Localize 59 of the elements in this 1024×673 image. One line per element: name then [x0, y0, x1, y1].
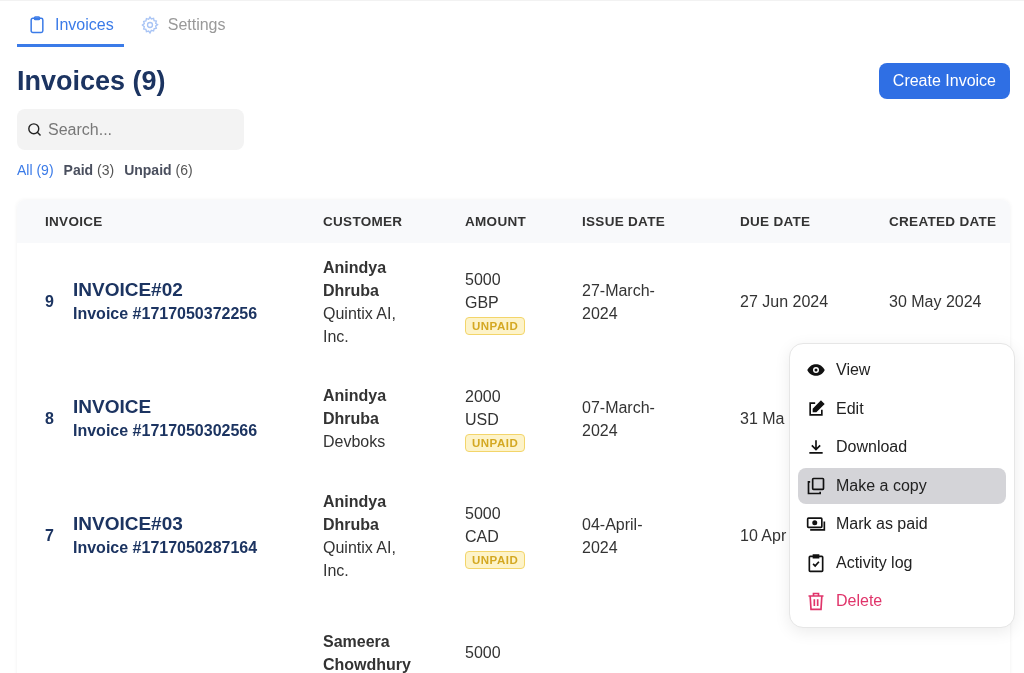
amount: 5000 CAD: [465, 504, 502, 547]
gear-icon: [139, 15, 160, 35]
amount: 2000 USD: [465, 387, 502, 430]
page-title: Invoices (9): [17, 65, 166, 97]
menu-item[interactable]: View: [798, 352, 1006, 388]
customer-name: Anindya Dhruba: [323, 257, 388, 301]
issue-date: 04-April-2024: [582, 514, 644, 558]
filter-link[interactable]: Paid (3): [63, 162, 115, 178]
column-header: AMOUNT: [465, 214, 528, 229]
clipboard-icon: [27, 15, 47, 35]
issue-date: 07-March-2024: [582, 397, 656, 441]
company-name: Quintix AI, Inc.: [323, 537, 397, 581]
tab[interactable]: Invoices: [17, 11, 124, 47]
search-field[interactable]: Search...: [17, 109, 244, 150]
issue-date: 27-March-2024: [582, 280, 656, 324]
invoice-title[interactable]: INVOICE#02: [73, 278, 323, 302]
due-date: 27 Jun 2024: [740, 292, 829, 312]
column-header: INVOICE: [45, 214, 104, 229]
download-icon: [806, 437, 826, 457]
create-invoice-button[interactable]: Create Invoice: [878, 63, 1010, 99]
customer-name: Anindya Dhruba: [323, 491, 388, 535]
status-badge: UNPAID: [465, 434, 526, 452]
company-name: Quintix AI, Inc.: [323, 303, 397, 347]
column-header: DUE DATE: [740, 214, 812, 229]
amount: 5000 GBP: [465, 270, 502, 313]
row-number: 9: [45, 292, 55, 312]
customer-name: Anindya Dhruba: [323, 386, 388, 429]
company-name: Devboks: [323, 432, 387, 452]
banknote-icon: [806, 514, 826, 534]
trash-icon: [806, 591, 826, 611]
copy-icon: [806, 475, 826, 496]
menu-item[interactable]: Activity log: [798, 544, 1006, 581]
invoice-number: Invoice #1717050287164: [73, 538, 259, 558]
menu-item[interactable]: Download: [798, 429, 1006, 465]
row-number: 7: [45, 526, 55, 546]
created-date: 30 May 2024: [889, 292, 982, 312]
clipboard-check-icon: [806, 552, 826, 573]
filter-link[interactable]: Unpaid (6): [124, 162, 193, 178]
column-header: CUSTOMER: [323, 214, 404, 229]
amount: 5000: [465, 643, 501, 663]
status-badge: UNPAID: [465, 317, 526, 335]
invoice-number: Invoice #1717050302566: [73, 421, 259, 441]
pencil-icon: [806, 398, 826, 419]
search-icon: [26, 121, 43, 138]
invoice-number: Invoice #1717050372256: [73, 304, 259, 324]
menu-item[interactable]: Make a copy: [798, 467, 1006, 504]
menu-item[interactable]: Delete: [798, 583, 1006, 619]
due-date: 31 Ma: [740, 409, 785, 429]
menu-item[interactable]: Edit: [798, 390, 1006, 427]
due-date: 10 Apr: [740, 526, 787, 546]
filter-link[interactable]: All (9): [17, 162, 54, 178]
column-header: CREATED DATE: [889, 214, 998, 229]
status-badge: UNPAID: [465, 551, 526, 569]
customer-name: Sameera Chowdhury: [323, 631, 412, 673]
menu-item[interactable]: Mark as paid: [798, 506, 1006, 542]
invoice-title[interactable]: INVOICE#03: [73, 512, 323, 536]
row-number: 8: [45, 409, 55, 429]
invoice-title[interactable]: INVOICE: [73, 395, 323, 419]
column-header: ISSUE DATE: [582, 214, 666, 229]
